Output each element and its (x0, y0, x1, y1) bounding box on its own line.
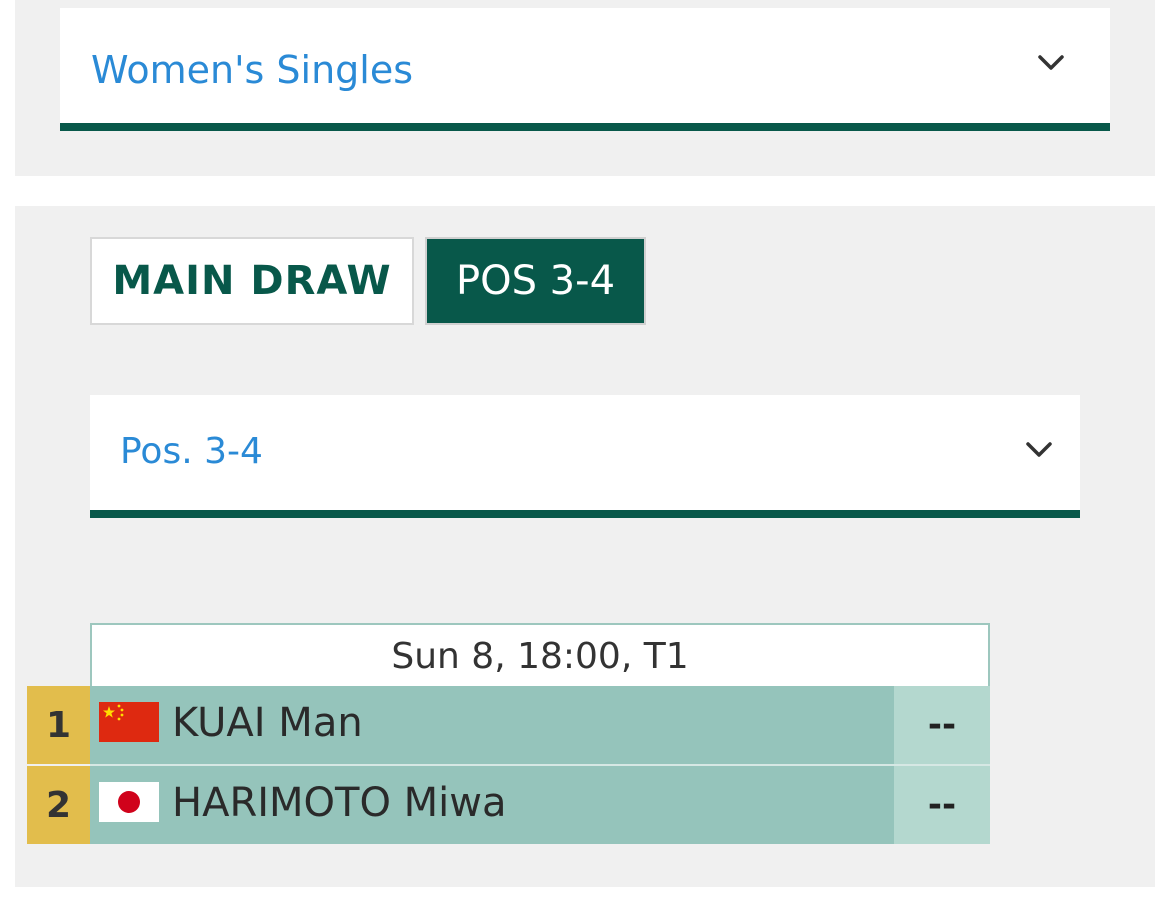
seed-badge: 2 (27, 766, 90, 844)
player-cell: KUAI Man (90, 686, 894, 764)
match-schedule-text: Sun 8, 18:00, T1 (391, 635, 689, 677)
china-flag-icon (99, 702, 159, 742)
seed-number: 1 (45, 704, 72, 746)
score-cell: -- (894, 686, 990, 764)
chevron-down-icon (1026, 442, 1052, 457)
player-name: KUAI Man (172, 700, 363, 746)
player-row[interactable]: 2 HARIMOTO Miwa -- (27, 766, 990, 844)
player-row[interactable]: 1 KUAI Man -- (27, 686, 990, 764)
chevron-down-icon (1038, 55, 1064, 70)
player-cell: HARIMOTO Miwa (90, 766, 894, 844)
round-select[interactable]: Pos. 3-4 (90, 395, 1080, 518)
round-select-value: Pos. 3-4 (120, 431, 263, 472)
japan-flag-icon (99, 782, 159, 822)
score-value: -- (927, 705, 957, 745)
seed-number: 2 (45, 784, 72, 826)
tab-pos-3-4-label: POS 3-4 (455, 258, 616, 304)
player-name: HARIMOTO Miwa (172, 780, 507, 826)
tab-pos-3-4[interactable]: POS 3-4 (425, 237, 646, 325)
score-value: -- (927, 785, 957, 825)
tab-main-draw-label: MAIN DRAW (112, 258, 392, 304)
seed-badge: 1 (27, 686, 90, 764)
tab-main-draw[interactable]: MAIN DRAW (90, 237, 414, 325)
match-schedule: Sun 8, 18:00, T1 (90, 623, 990, 687)
event-select-value: Women's Singles (91, 48, 414, 92)
score-cell: -- (894, 766, 990, 844)
event-select[interactable]: Women's Singles (60, 8, 1110, 131)
